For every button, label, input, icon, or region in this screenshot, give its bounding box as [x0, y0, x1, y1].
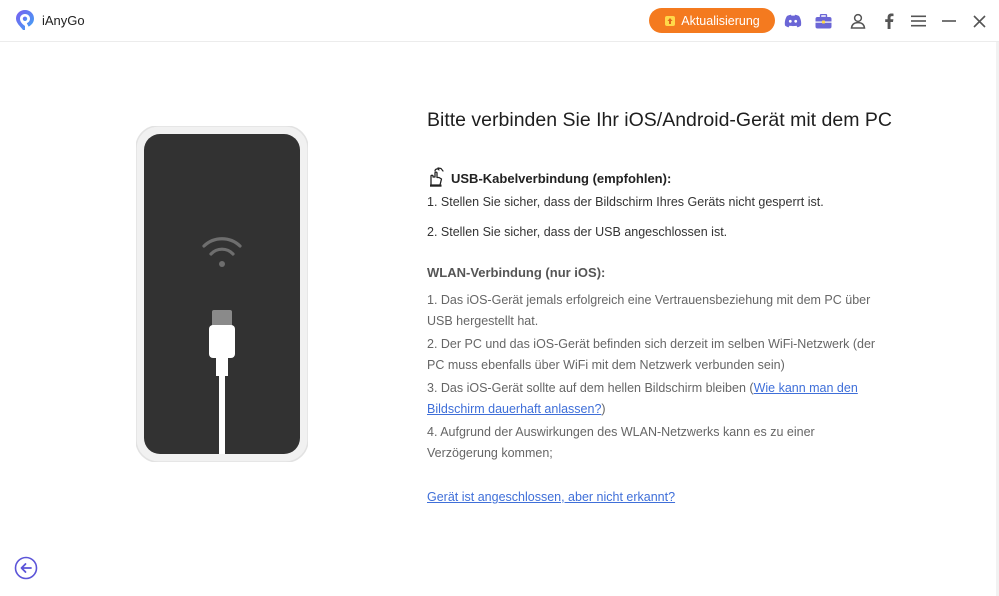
user-icon[interactable] [848, 11, 868, 31]
toolbox-icon[interactable] [813, 11, 833, 31]
back-icon[interactable] [14, 556, 38, 580]
update-badge-icon [665, 15, 676, 26]
minimize-icon[interactable] [939, 11, 959, 31]
discord-icon[interactable] [783, 11, 803, 31]
page-title: Bitte verbinden Sie Ihr iOS/Android-Gerä… [427, 109, 892, 131]
menu-icon[interactable] [908, 11, 928, 31]
phone-illustration [136, 126, 308, 462]
screen-on-help-link-cont[interactable]: Bildschirm dauerhaft anlassen? [427, 402, 601, 416]
app-logo-icon [16, 10, 34, 30]
not-recognized-help-link[interactable]: Gerät ist angeschlossen, aber nicht erka… [427, 490, 675, 504]
usb-heading: USB-Kabelverbindung (empfohlen): [451, 171, 672, 186]
update-button[interactable]: Aktualisierung [649, 8, 775, 33]
wlan-step-4-line-1: 4. Aufgrund der Auswirkungen des WLAN-Ne… [427, 425, 815, 439]
app-name: iAnyGo [42, 13, 85, 28]
hand-cable-icon [430, 167, 444, 187]
wlan-step-4-line-2: Verzögerung kommen; [427, 446, 553, 460]
wlan-heading: WLAN-Verbindung (nur iOS): [427, 265, 606, 280]
usb-step-2: 2. Stellen Sie sicher, dass der USB ange… [427, 225, 728, 239]
usb-step-1: 1. Stellen Sie sicher, dass der Bildschi… [427, 195, 824, 209]
facebook-icon[interactable] [879, 11, 899, 31]
wlan-step-2-line-2: PC muss ebenfalls über WiFi mit dem Netz… [427, 358, 785, 372]
wlan-step-2-line-1: 2. Der PC und das iOS-Gerät befinden sic… [427, 337, 876, 351]
wlan-step-3-line-2: Bildschirm dauerhaft anlassen?) [427, 402, 606, 416]
wlan-step-3-text: 3. Das iOS-Gerät sollte auf dem hellen B… [427, 381, 746, 395]
screen-on-help-link[interactable]: Wie kann man den [754, 381, 858, 395]
wlan-step-3-line-1: 3. Das iOS-Gerät sollte auf dem hellen B… [427, 381, 858, 395]
wlan-step-1-line-1: 1. Das iOS-Gerät jemals erfolgreich eine… [427, 293, 871, 307]
close-icon[interactable] [969, 11, 989, 31]
title-bar: iAnyGo Aktualisierung [0, 0, 999, 42]
paren-close: ) [601, 402, 606, 416]
wlan-step-1-line-2: USB hergestellt hat. [427, 314, 539, 328]
update-label: Aktualisierung [681, 13, 760, 28]
